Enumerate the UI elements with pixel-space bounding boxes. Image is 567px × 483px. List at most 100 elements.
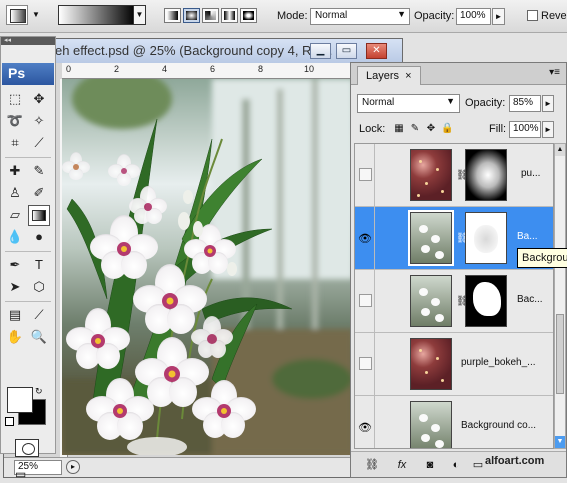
opacity-slider-arrow-icon[interactable]: ►	[542, 95, 554, 112]
new-group-icon[interactable]: ▭	[471, 458, 485, 472]
layers-panel: Layers × ▾≡ Normal ▼ Opacity: 85% ► Lock…	[350, 62, 567, 478]
brush-icon[interactable]: ✎	[28, 161, 50, 182]
layers-tabbar: Layers × ▾≡	[351, 63, 566, 85]
layer-mask-thumbnail[interactable]	[465, 212, 507, 264]
lock-image-icon[interactable]: ✎	[409, 123, 421, 135]
lock-transparent-icon[interactable]: ▦	[393, 123, 405, 135]
swap-colors-icon[interactable]: ↻	[35, 386, 43, 397]
layer-row[interactable]: ⛓ Bac...	[355, 270, 553, 333]
hand-icon[interactable]: ✋	[4, 327, 26, 348]
gradient-icon[interactable]	[28, 205, 50, 226]
diamond-gradient-button[interactable]	[240, 8, 257, 23]
layer-thumbnail[interactable]	[408, 210, 454, 266]
visibility-toggle[interactable]	[359, 294, 372, 307]
pen-icon[interactable]: ✒	[4, 255, 26, 276]
radial-gradient-button[interactable]	[183, 8, 200, 23]
restore-button[interactable]: ▭	[336, 43, 357, 59]
opacity-input[interactable]: 100%	[456, 8, 491, 25]
reflected-gradient-button[interactable]	[221, 8, 238, 23]
screen-mode-icon[interactable]: ▭	[15, 467, 39, 483]
visibility-cell[interactable]	[355, 270, 375, 332]
layer-thumbnail[interactable]	[410, 401, 452, 448]
layer-row[interactable]: ⛓ pu...	[355, 144, 553, 207]
angle-gradient-button[interactable]	[202, 8, 219, 23]
layer-opacity-label: Opacity:	[465, 97, 506, 109]
blend-mode-select[interactable]: Normal ▼	[357, 94, 460, 113]
preset-dropdown-icon[interactable]: ▼	[32, 10, 40, 19]
mode-select[interactable]: Normal ▼	[310, 8, 410, 25]
close-icon[interactable]: ×	[405, 70, 411, 82]
adjustment-layer-icon[interactable]: ◐	[449, 458, 463, 472]
status-info-icon[interactable]: ▸	[66, 460, 80, 474]
tool-preset-picker[interactable]	[6, 5, 28, 25]
reverse-checkbox[interactable]	[527, 10, 538, 21]
layer-thumbnail[interactable]	[410, 338, 452, 390]
zoom-icon[interactable]: 🔍	[28, 327, 50, 348]
tools-panel: ◂◂ Ps ⬚ ✥ ➰ ✧ ⌗ ⟋ ✚ ✎ ♙ ✐ ▱ 💧 ● ✒ T ➤ ⬡ …	[0, 36, 56, 481]
tab-layers[interactable]: Layers ×	[357, 66, 421, 85]
eye-icon[interactable]: 👁	[358, 421, 372, 434]
layer-name[interactable]: Background co...	[461, 420, 536, 431]
lock-all-icon[interactable]: 🔒	[441, 123, 453, 135]
panel-menu-icon[interactable]: ▾≡	[549, 67, 560, 78]
opacity-slider-arrow-icon[interactable]: ►	[492, 8, 505, 25]
eraser-icon[interactable]: ▱	[4, 205, 26, 226]
notes-icon[interactable]: ▤	[4, 305, 26, 326]
eye-icon[interactable]: 👁	[358, 232, 372, 245]
image-canvas[interactable]	[62, 79, 353, 455]
layer-mask-thumbnail[interactable]	[465, 275, 507, 327]
stamp-icon[interactable]: ♙	[4, 183, 26, 204]
default-colors-icon[interactable]	[5, 417, 14, 426]
visibility-cell[interactable]: 👁	[355, 396, 375, 448]
type-icon[interactable]: T	[28, 255, 50, 276]
layer-row[interactable]: purple_bokeh_...	[355, 333, 553, 396]
scroll-up-icon[interactable]: ▲	[555, 144, 565, 156]
history-brush-icon[interactable]: ✐	[28, 183, 50, 204]
layer-name[interactable]: pu...	[521, 168, 540, 179]
quick-mask-icon[interactable]	[15, 439, 39, 457]
layer-opacity-input[interactable]: 85%	[509, 95, 541, 112]
gradient-picker[interactable]	[58, 5, 136, 25]
add-mask-icon[interactable]: ◙	[423, 458, 437, 472]
visibility-cell[interactable]	[355, 333, 375, 395]
layer-row[interactable]: 👁 Background co...	[355, 396, 553, 448]
lasso-icon[interactable]: ➰	[4, 111, 26, 132]
scroll-thumb[interactable]	[556, 314, 564, 394]
link-layers-icon[interactable]: ⛓	[365, 458, 379, 472]
scroll-down-icon[interactable]: ▼	[555, 436, 565, 448]
layer-mask-thumbnail[interactable]	[465, 149, 507, 201]
eyedropper-icon[interactable]: ⟋	[28, 305, 50, 326]
layer-name[interactable]: Bac...	[517, 294, 543, 305]
marquee-icon[interactable]: ⬚	[4, 89, 26, 110]
visibility-cell[interactable]: 👁	[355, 207, 375, 269]
layer-name[interactable]: purple_bokeh_...	[461, 357, 536, 368]
lock-position-icon[interactable]: ✥	[425, 123, 437, 135]
fill-slider-arrow-icon[interactable]: ►	[542, 121, 554, 138]
layers-bottom-bar: ⛓ fx ◙ ◐ ▭ alfoart.com	[351, 451, 566, 477]
path-select-icon[interactable]: ➤	[4, 277, 26, 298]
magic-wand-icon[interactable]: ✧	[28, 111, 50, 132]
fill-input[interactable]: 100%	[509, 121, 541, 138]
healing-icon[interactable]: ✚	[4, 161, 26, 182]
visibility-toggle[interactable]	[359, 357, 372, 370]
shape-icon[interactable]: ⬡	[28, 277, 50, 298]
crop-icon[interactable]: ⌗	[4, 133, 26, 154]
visibility-toggle[interactable]	[359, 168, 372, 181]
slice-icon[interactable]: ⟋	[28, 133, 50, 154]
move-icon[interactable]: ✥	[28, 89, 50, 110]
layer-list: ⛓ pu... 👁 ⛓ Ba... ⛓ Bac... purple_bokeh_…	[354, 143, 554, 449]
gradient-dropdown-icon[interactable]: ▼	[133, 5, 146, 25]
tools-panel-grip[interactable]: ◂◂	[1, 37, 55, 45]
foreground-color-swatch[interactable]	[7, 387, 33, 413]
visibility-cell[interactable]	[355, 144, 375, 206]
dodge-icon[interactable]: ●	[28, 227, 50, 248]
linear-gradient-button[interactable]	[164, 8, 181, 23]
minimize-button[interactable]: ▁	[310, 43, 331, 59]
fx-icon[interactable]: fx	[395, 458, 409, 472]
blur-icon[interactable]: 💧	[4, 227, 26, 248]
close-button[interactable]: ✕	[366, 43, 387, 59]
layer-name[interactable]: Ba...	[517, 231, 538, 242]
layer-thumbnail[interactable]	[410, 275, 452, 327]
layer-thumbnail[interactable]	[410, 149, 452, 201]
layers-scrollbar[interactable]: ▲ ▼	[554, 143, 566, 449]
